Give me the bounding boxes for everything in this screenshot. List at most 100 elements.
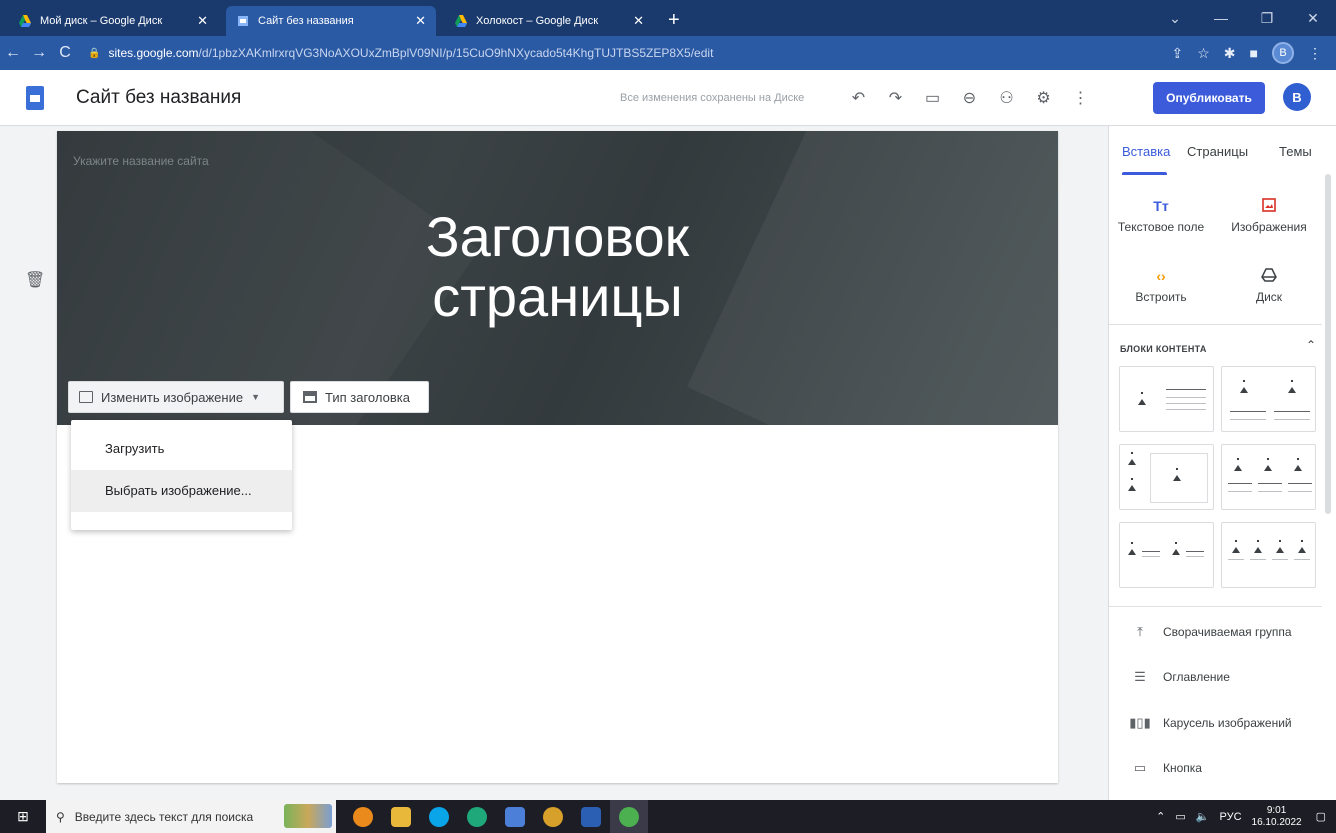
image-icon [1219, 198, 1319, 220]
url-field[interactable]: 🔒 sites.google.com /d/1pbzXAKmlrxrqVG3No… [88, 46, 1172, 60]
settings-gear-icon[interactable]: ⚙ [1025, 88, 1062, 108]
new-tab-button[interactable]: + [662, 6, 686, 36]
content-block-layout[interactable] [1119, 444, 1214, 510]
taskbar-clock[interactable]: 9:01 16.10.2022 [1252, 805, 1302, 829]
content-block-layout[interactable] [1221, 444, 1316, 510]
insert-item-label: Текстовое поле [1117, 220, 1205, 234]
insert-images[interactable]: Изображения [1219, 198, 1319, 234]
change-image-button[interactable]: Изменить изображение ▼ [68, 381, 284, 413]
content-block-layout[interactable] [1119, 522, 1214, 588]
browser-profile-avatar[interactable]: B [1272, 42, 1294, 64]
carousel-icon: ▮▯▮ [1129, 715, 1151, 730]
minimize-icon[interactable]: — [1198, 10, 1244, 26]
page-header-banner[interactable]: Укажите название сайта Заголовок страниц… [57, 131, 1058, 425]
tab-themes[interactable]: Темы [1279, 144, 1312, 159]
url-host: sites.google.com [108, 46, 199, 60]
publish-button[interactable]: Опубликовать [1153, 82, 1265, 114]
delete-section-trash-icon[interactable]: 🗑 [25, 270, 45, 290]
skype-taskbar-icon[interactable] [420, 800, 458, 833]
browser-tab-site[interactable]: Сайт без названия ✕ [226, 6, 436, 36]
menu-item-upload[interactable]: Загрузить [71, 428, 292, 470]
insert-panel: Вставка Страницы Темы Tт Текстовое поле … [1108, 126, 1323, 800]
word-taskbar-icon[interactable] [572, 800, 610, 833]
layout-line [1228, 491, 1252, 492]
google-sites-logo-icon[interactable] [26, 85, 44, 110]
undo-icon[interactable]: ↶ [840, 88, 877, 108]
site-name-placeholder[interactable]: Укажите название сайта [73, 154, 209, 168]
close-tab-icon[interactable]: ✕ [197, 13, 208, 29]
preview-devices-icon[interactable]: ▭ [914, 88, 951, 108]
google-sites-icon [238, 16, 248, 26]
tab-pages[interactable]: Страницы [1187, 144, 1248, 159]
panel-scrollbar[interactable] [1322, 126, 1336, 800]
share-with-others-icon[interactable]: ⚇ [988, 88, 1025, 108]
layout-line [1274, 419, 1310, 420]
close-tab-icon[interactable]: ✕ [633, 13, 644, 29]
taskbar-search-box[interactable]: ⚲ Введите здесь текст для поиска [46, 800, 336, 833]
insert-image-carousel[interactable]: ▮▯▮ Карусель изображений [1129, 715, 1292, 731]
image-placeholder-icon [1264, 458, 1272, 471]
tray-chevron-icon[interactable]: ⌃ [1156, 810, 1165, 823]
search-icon: ⚲ [56, 809, 65, 824]
windows-start-icon[interactable]: ⊞ [0, 808, 46, 825]
insert-table-of-contents[interactable]: ☰ Оглавление [1129, 669, 1230, 685]
scrollbar-thumb[interactable] [1325, 174, 1331, 514]
search-placeholder: Введите здесь текст для поиска [74, 809, 254, 824]
save-app-taskbar-icon[interactable] [496, 800, 534, 833]
layout-line [1166, 389, 1206, 390]
insert-button[interactable]: ▭ Кнопка [1129, 760, 1202, 776]
redo-icon[interactable]: ↷ [877, 88, 914, 108]
copy-link-icon[interactable]: ⊖ [951, 88, 988, 108]
panel-divider [1109, 606, 1323, 607]
file-explorer-taskbar-icon[interactable] [382, 800, 420, 833]
close-tab-icon[interactable]: ✕ [415, 13, 426, 29]
tab-title: Мой диск – Google Диск [40, 15, 163, 27]
menu-item-select-image[interactable]: Выбрать изображение... [71, 470, 292, 512]
share-icon[interactable]: ⇪ [1172, 45, 1184, 62]
sites-header: Сайт без названия Все изменения сохранен… [0, 70, 1336, 126]
content-blocks-heading: БЛОКИ КОНТЕНТА [1120, 344, 1207, 354]
insert-embed[interactable]: ‹› Встроить [1111, 268, 1211, 304]
more-options-icon[interactable]: ⋮ [1062, 88, 1099, 108]
collapse-chevron-icon[interactable]: ⌃ [1306, 338, 1316, 352]
side-panel-icon[interactable]: ■ [1250, 45, 1258, 61]
bookmark-star-icon[interactable]: ☆ [1197, 45, 1210, 62]
close-window-icon[interactable]: ✕ [1290, 10, 1336, 27]
language-indicator[interactable]: РУС [1220, 811, 1242, 823]
account-avatar[interactable]: B [1283, 83, 1311, 111]
volume-icon[interactable]: 🔈 [1196, 810, 1210, 823]
browser-tab-holocaust-drive[interactable]: Холокост – Google Диск ✕ [444, 6, 654, 36]
content-block-layout[interactable] [1221, 522, 1316, 588]
page-title[interactable]: Заголовок страницы [57, 207, 1058, 327]
embed-icon: ‹› [1156, 268, 1166, 284]
image-placeholder-icon [1138, 392, 1146, 405]
notifications-icon[interactable]: ▢ [1316, 810, 1326, 823]
system-tray: ⌃ ▭ 🔈 РУС 9:01 16.10.2022 ▢ [1156, 800, 1336, 833]
chrome-active-taskbar-icon[interactable] [610, 800, 648, 833]
network-icon[interactable]: ▭ [1175, 810, 1185, 823]
insert-collapsible-group[interactable]: ⤒ Сворачиваемая группа [1129, 624, 1291, 640]
lock-icon[interactable]: 🔒 [88, 48, 100, 59]
tab-insert[interactable]: Вставка [1122, 144, 1170, 159]
back-icon[interactable]: ← [0, 44, 26, 62]
content-block-layout[interactable] [1119, 366, 1214, 432]
browser-tab-my-drive[interactable]: Мой диск – Google Диск ✕ [8, 6, 218, 36]
content-block-layout[interactable] [1221, 366, 1316, 432]
chrome-profile-taskbar-icon[interactable] [534, 800, 572, 833]
document-title[interactable]: Сайт без названия [76, 87, 241, 109]
insert-text-box[interactable]: Tт Текстовое поле [1111, 198, 1211, 234]
tab-search-icon[interactable]: ⌄ [1152, 10, 1198, 27]
layout-line [1186, 556, 1204, 557]
browser-menu-icon[interactable]: ⋮ [1308, 45, 1322, 62]
forward-icon[interactable]: → [26, 44, 52, 62]
restore-icon[interactable]: ❐ [1244, 10, 1290, 27]
chrome-taskbar-icon[interactable] [344, 800, 382, 833]
list-item-label: Карусель изображений [1163, 716, 1292, 730]
clock-time: 9:01 [1266, 804, 1287, 816]
layout-line [1230, 419, 1266, 420]
insert-drive[interactable]: Диск [1219, 268, 1319, 304]
extensions-icon[interactable]: ✱ [1224, 45, 1236, 62]
header-type-button[interactable]: Тип заголовка [290, 381, 429, 413]
edge-taskbar-icon[interactable] [458, 800, 496, 833]
reload-icon[interactable]: C [52, 44, 78, 62]
